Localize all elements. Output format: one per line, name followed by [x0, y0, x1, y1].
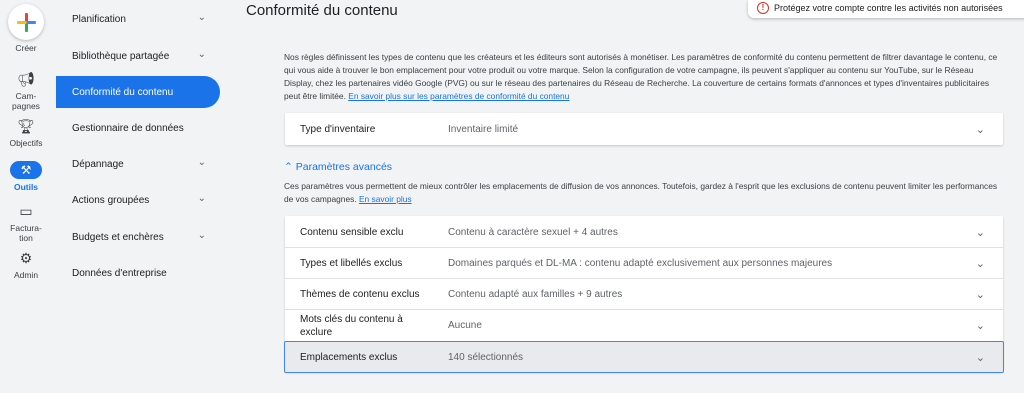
nav-item-data-manager[interactable]: Gestionnaire de données — [56, 112, 220, 144]
chevron-down-icon: ⌄ — [975, 320, 985, 332]
left-rail: Créer 📢︎ Cam- pagnes 🏆︎ Objectifs ⚒ Outi… — [0, 0, 52, 393]
create-button[interactable] — [8, 4, 44, 40]
intro-description: Nos règles définissent les types de cont… — [284, 52, 998, 101]
excluded-keywords-row[interactable]: Mots clés du contenu à exclure Aucune ⌄ — [285, 309, 1003, 341]
excluded-content-themes-row[interactable]: Thèmes de contenu exclus Contenu adapté … — [285, 278, 1003, 310]
inventory-type-card: Type d'inventaire Inventaire limité ⌄ — [285, 113, 1003, 145]
learn-more-link[interactable]: En savoir plus sur les paramètres de con… — [348, 91, 569, 101]
chevron-down-icon: ⌄ — [975, 258, 985, 270]
credit-card-icon: ▭ — [19, 203, 33, 219]
chevron-down-icon: ⌄ — [975, 351, 985, 364]
excluded-placements-row[interactable]: Emplacements exclus 140 sélectionnés ⌄ — [284, 341, 1004, 373]
excluded-sensitive-content-row[interactable]: Contenu sensible exclu Contenu à caractè… — [285, 216, 1003, 248]
chevron-down-icon: ⌄ — [975, 226, 985, 239]
rail-item-admin[interactable]: ⚙ Admin — [0, 249, 52, 280]
learn-more-link[interactable]: En savoir plus — [359, 194, 412, 204]
chevron-down-icon: ⌄ — [197, 12, 206, 23]
advanced-settings-description: Ces paramètres vous permettent de mieux … — [284, 181, 998, 204]
chevron-down-icon: ⌄ — [975, 123, 985, 136]
nav-item-planning[interactable]: Planification ⌄ — [56, 3, 220, 35]
inventory-type-row[interactable]: Type d'inventaire Inventaire limité ⌄ — [285, 113, 1003, 145]
excluded-types-labels-row[interactable]: Types et libellés exclus Domaines parqué… — [285, 247, 1003, 279]
chevron-down-icon: ⌄ — [197, 49, 206, 60]
rail-item-objectives[interactable]: 🏆︎ Objectifs — [0, 117, 52, 148]
tools-icon: ⚒ — [10, 161, 42, 179]
tools-nav-panel: Planification ⌄ Bibliothèque partagée ⌄ … — [56, 0, 220, 393]
advanced-settings-card: Contenu sensible exclu Contenu à caractè… — [284, 216, 1004, 373]
rail-item-campaigns[interactable]: 📢︎ Cam- pagnes — [0, 70, 52, 111]
trophy-icon: 🏆︎ — [17, 118, 35, 134]
advanced-settings-toggle[interactable]: ⌃ Paramètres avancés — [284, 161, 392, 173]
chevron-down-icon: ⌄ — [197, 157, 206, 168]
nav-item-business-data[interactable]: Données d'entreprise — [56, 257, 220, 289]
chevron-down-icon: ⌄ — [975, 289, 985, 301]
chevron-down-icon: ⌄ — [197, 193, 206, 204]
chevron-up-icon: ⌃ — [284, 161, 293, 173]
page-title: Conformité du contenu — [246, 2, 398, 19]
nav-item-budgets-bids[interactable]: Budgets et enchères ⌄ — [56, 221, 220, 253]
megaphone-icon: 📢︎ — [17, 71, 35, 87]
rail-item-tools[interactable]: ⚒ Outils — [0, 161, 52, 192]
chevron-down-icon: ⌄ — [197, 230, 206, 241]
create-label: Créer — [15, 43, 37, 53]
nav-item-troubleshooting[interactable]: Dépannage ⌄ — [56, 148, 220, 180]
gear-icon: ⚙ — [19, 250, 33, 266]
alert-icon: ! — [757, 2, 769, 14]
nav-item-content-suitability[interactable]: Conformité du contenu — [56, 76, 220, 108]
rail-item-billing[interactable]: ▭ Factura- tion — [0, 202, 52, 243]
nav-item-bulk-actions[interactable]: Actions groupées ⌄ — [56, 184, 220, 216]
security-alert-banner[interactable]: ! Protégez votre compte contre les activ… — [748, 0, 1024, 18]
nav-item-shared-library[interactable]: Bibliothèque partagée ⌄ — [56, 40, 220, 72]
